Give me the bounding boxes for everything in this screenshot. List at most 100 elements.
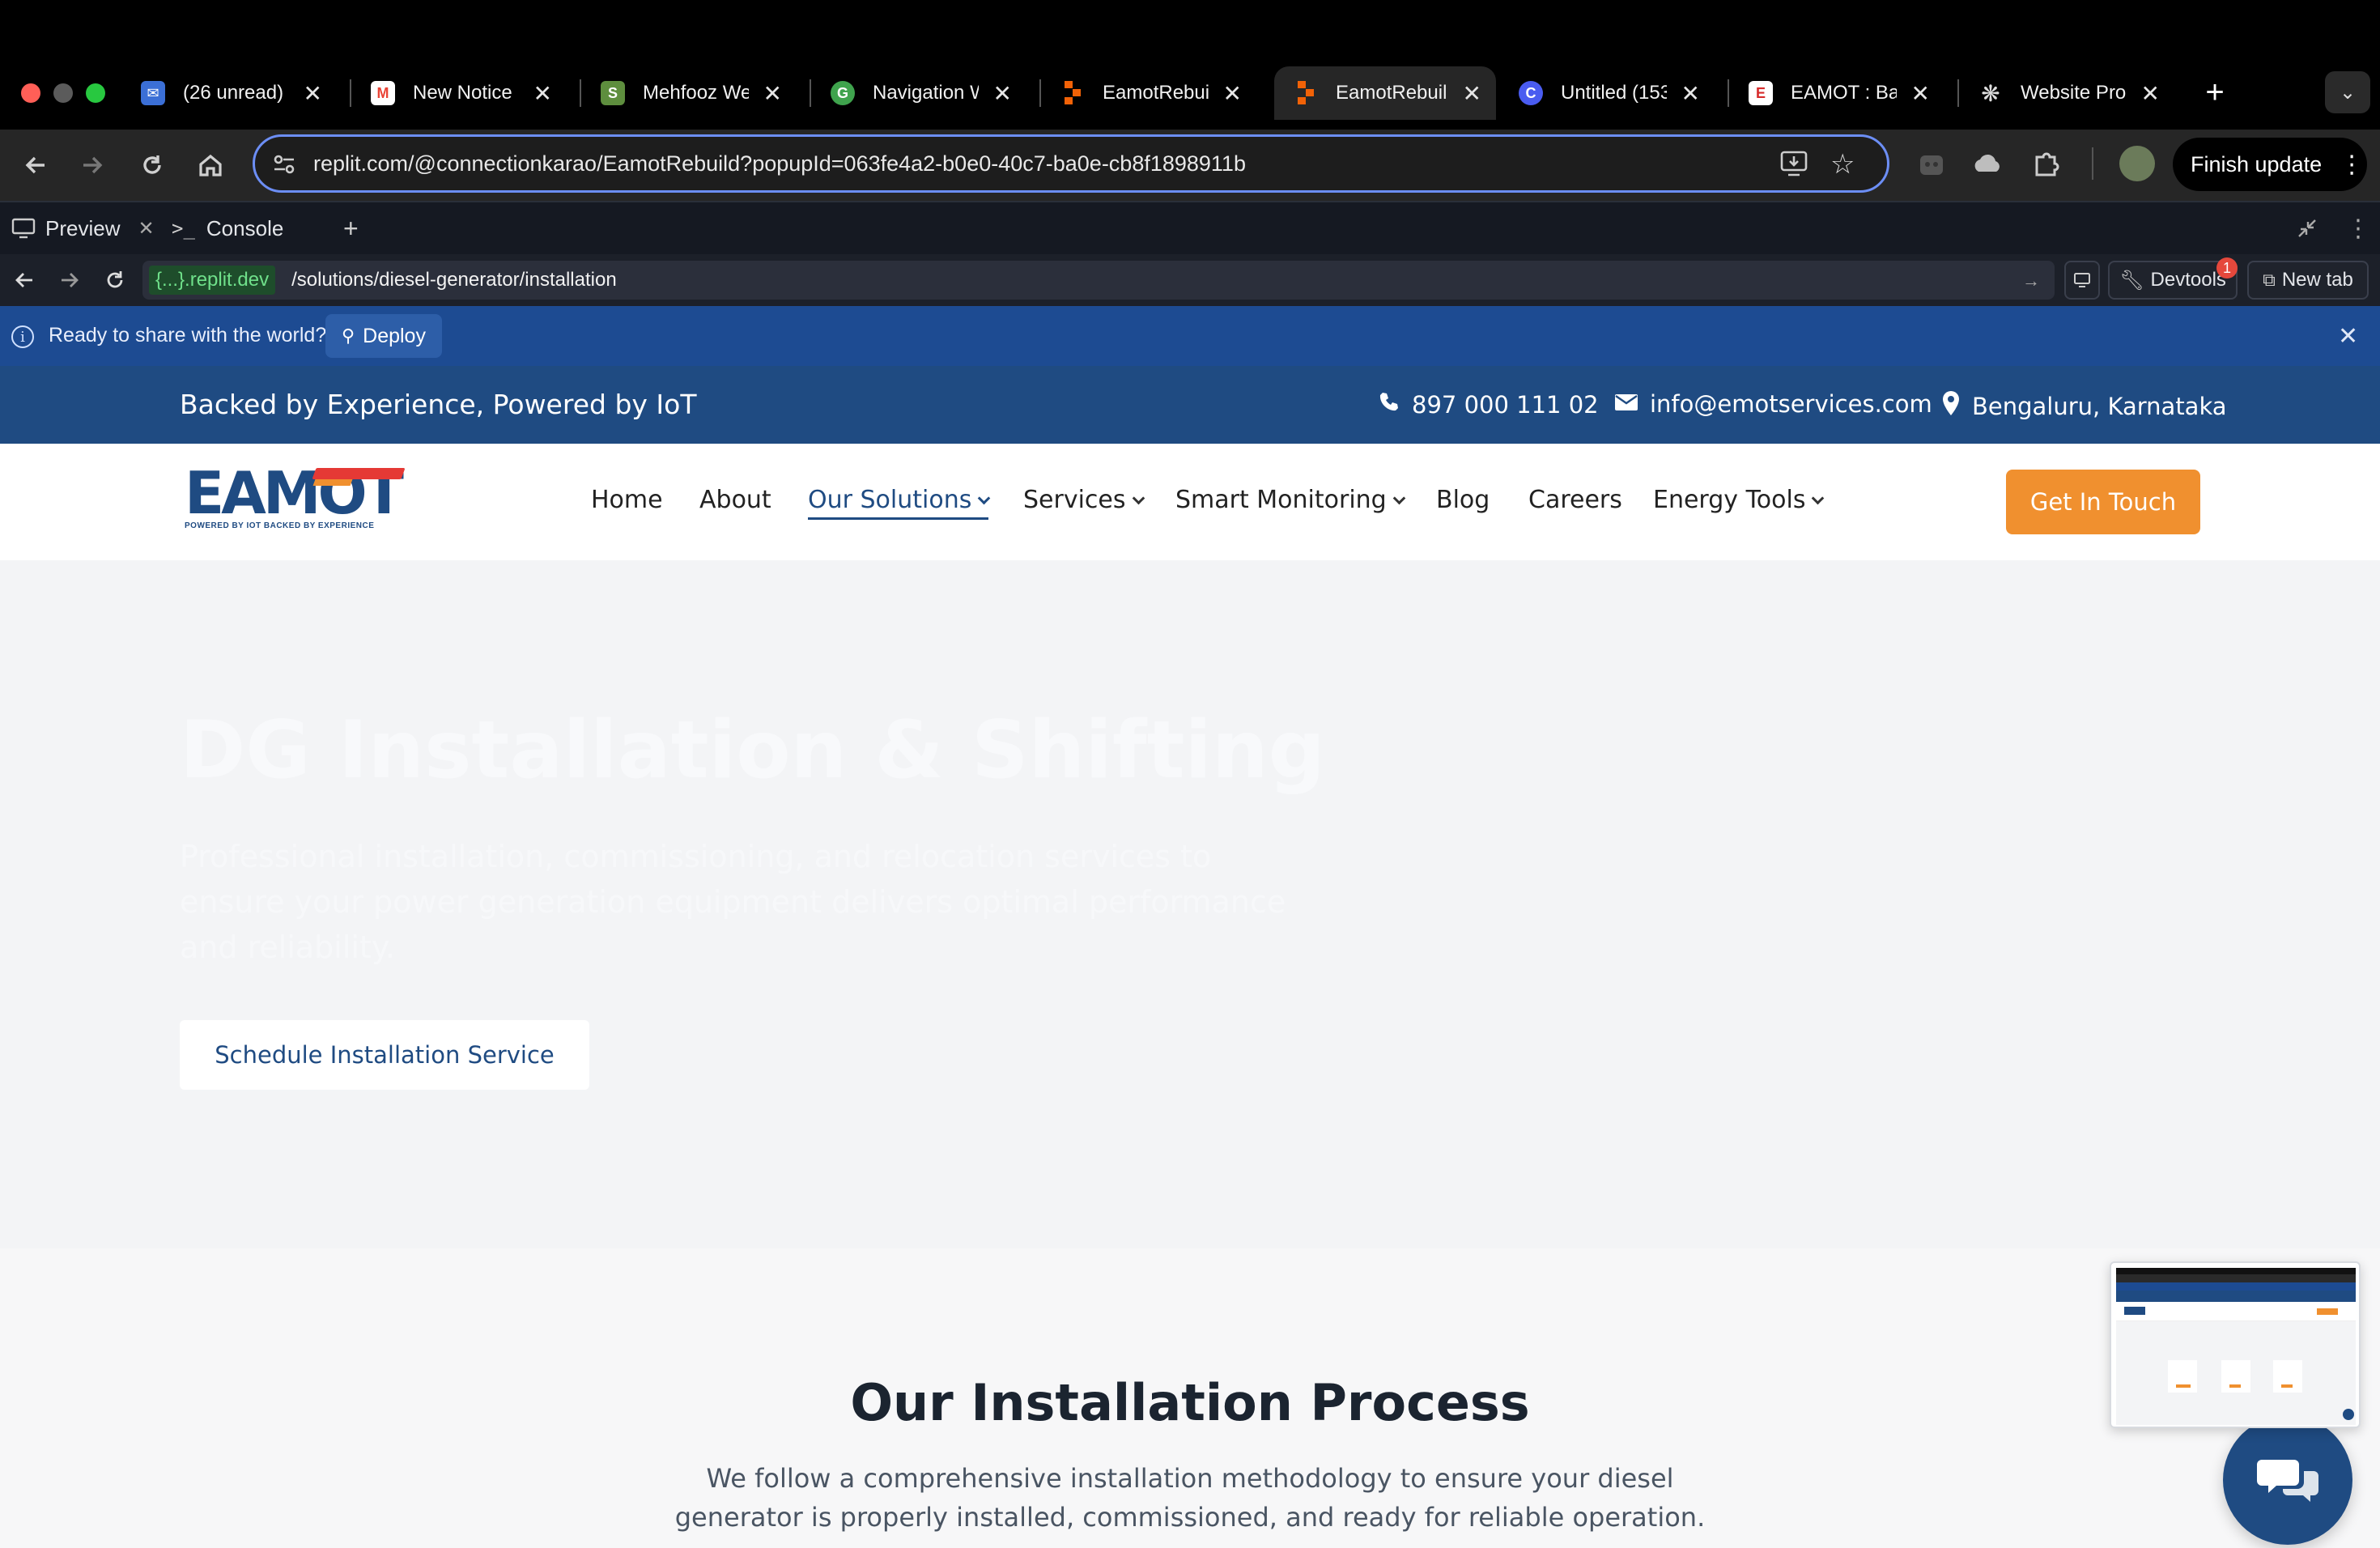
site-logo[interactable]: EAMOT POWERED BY IOT BACKED BY EXPERIENC…: [185, 464, 406, 538]
close-tab-icon[interactable]: ✕: [533, 80, 552, 107]
close-window-button[interactable]: [21, 83, 40, 103]
preview-forward-icon[interactable]: [58, 269, 81, 296]
close-tab-icon[interactable]: ✕: [1681, 80, 1700, 107]
minimize-window-button[interactable]: [53, 83, 73, 103]
page-thumbnail-preview[interactable]: [2110, 1261, 2361, 1428]
hero-description: Professional installation, commissioning…: [180, 839, 1286, 965]
bookmark-star-icon[interactable]: ☆: [1830, 148, 1855, 181]
contact-location: Bengaluru, Karnataka: [1941, 390, 2227, 422]
mail-inbox-icon: ✉: [141, 81, 165, 105]
envelope-icon: [1614, 390, 1638, 418]
contact-phone[interactable]: 897 000 111 02: [1378, 390, 1599, 419]
info-icon: i: [11, 325, 34, 348]
nav-careers[interactable]: Careers: [1528, 486, 1622, 514]
close-tab-icon[interactable]: ✕: [2141, 80, 2160, 107]
device-toggle-icon[interactable]: [2064, 261, 2100, 300]
preview-reload-icon[interactable]: [104, 269, 126, 296]
forward-arrow-icon[interactable]: [73, 146, 112, 185]
terminal-icon: >_: [172, 217, 195, 240]
preview-url-path: /solutions/diesel-generator/installation: [291, 269, 617, 291]
shopify-icon: S: [601, 81, 625, 105]
browser-tab[interactable]: ✉ (26 unread) ✕: [121, 66, 337, 120]
open-new-tab-button[interactable]: ⧉ New tab: [2247, 261, 2369, 300]
chevron-down-icon: [978, 491, 991, 505]
preview-url-bar[interactable]: {...}.replit.dev /solutions/diesel-gener…: [142, 261, 2055, 300]
contact-email[interactable]: info@emotservices.com: [1614, 390, 1932, 418]
process-title: Our Installation Process: [850, 1373, 1530, 1432]
browser-tab[interactable]: C Untitled (153 ✕: [1499, 66, 1715, 120]
pane-menu-icon[interactable]: ⋮: [2346, 212, 2370, 245]
canva-icon: C: [1519, 81, 1543, 105]
preview-back-icon[interactable]: [13, 269, 36, 296]
preview-url-prefix: {...}.replit.dev: [149, 266, 276, 295]
browser-tab[interactable]: E EAMOT : Bac ✕: [1729, 66, 1944, 120]
close-tab-icon[interactable]: ✕: [138, 217, 154, 240]
nav-our-solutions[interactable]: Our Solutions: [808, 486, 991, 520]
phone-icon: [1378, 390, 1400, 419]
close-tab-icon[interactable]: ✕: [1463, 80, 1481, 107]
chevron-down-icon: [1812, 491, 1825, 505]
nav-smart-monitoring[interactable]: Smart Monitoring: [1175, 486, 1405, 514]
back-arrow-icon[interactable]: [16, 146, 55, 185]
devtools-badge: 1: [2216, 257, 2238, 279]
nav-home[interactable]: Home: [591, 486, 663, 514]
address-bar-url: replit.com/@connectionkarao/EamotRebuild…: [313, 151, 1246, 176]
monitor-icon: [11, 218, 36, 239]
chat-bubbles-icon: [2257, 1460, 2318, 1502]
profile-avatar[interactable]: [2119, 146, 2155, 181]
chevron-down-icon: [1132, 491, 1145, 505]
chevron-down-icon: [1392, 491, 1405, 505]
install-app-icon[interactable]: [1780, 150, 1809, 181]
nav-energy-tools[interactable]: Energy Tools: [1653, 486, 1825, 514]
get-in-touch-button[interactable]: Get In Touch: [2006, 470, 2200, 534]
nav-blog[interactable]: Blog: [1436, 486, 1490, 514]
extension-robot-icon[interactable]: [1915, 147, 1948, 180]
browser-tab[interactable]: ❋ Website Pro ✕: [1959, 66, 2174, 120]
chat-widget-button[interactable]: [2223, 1415, 2352, 1545]
browser-tab[interactable]: G Navigation W ✕: [811, 66, 1026, 120]
maximize-window-button[interactable]: [86, 83, 105, 103]
address-bar[interactable]: replit.com/@connectionkarao/EamotRebuild…: [253, 134, 1889, 193]
close-tab-icon[interactable]: ✕: [763, 80, 782, 107]
add-tab-plus-icon[interactable]: +: [343, 212, 359, 245]
tab-console[interactable]: >_ Console: [172, 212, 283, 245]
collapse-pane-icon[interactable]: [2296, 212, 2318, 245]
deploy-button[interactable]: ⚲ Deploy: [325, 314, 442, 358]
nav-services[interactable]: Services: [1023, 486, 1145, 514]
gmail-icon: M: [371, 81, 395, 105]
map-pin-icon: [1941, 390, 1961, 422]
browser-tab[interactable]: EamotRebuil ✕: [1041, 66, 1256, 120]
new-tab-plus-icon[interactable]: +: [2199, 74, 2231, 110]
tab-search-chevron-icon[interactable]: ⌄: [2325, 71, 2370, 113]
extensions-puzzle-icon[interactable]: [2030, 147, 2063, 180]
browser-tab-active[interactable]: EamotRebuil ✕: [1274, 66, 1496, 120]
browser-tab[interactable]: M New Notice ✕: [351, 66, 567, 120]
close-tab-icon[interactable]: ✕: [993, 80, 1012, 107]
extension-cloud-icon[interactable]: [1972, 147, 2004, 180]
banner-text: Ready to share with the world?: [49, 324, 327, 347]
eamot-site-icon: E: [1749, 81, 1773, 105]
go-arrow-icon[interactable]: →: [2022, 270, 2040, 291]
more-menu-icon[interactable]: ⋮: [2340, 151, 2364, 179]
finish-update-button[interactable]: Finish update ⋮: [2173, 138, 2367, 191]
navigation-app-icon: G: [831, 81, 855, 105]
tab-preview[interactable]: Preview ✕: [11, 212, 155, 245]
reload-icon[interactable]: [133, 146, 172, 185]
browser-tab[interactable]: S Mehfooz We ✕: [581, 66, 797, 120]
home-icon[interactable]: [191, 146, 230, 185]
close-tab-icon[interactable]: ✕: [1223, 80, 1242, 107]
external-link-icon: ⧉: [2263, 270, 2276, 290]
deploy-rocket-icon: ⚲: [342, 325, 355, 346]
wrench-icon: 🔧︎: [2119, 269, 2144, 291]
close-banner-icon[interactable]: ✕: [2338, 322, 2358, 351]
process-description: We follow a comprehensive installation m…: [674, 1463, 1706, 1533]
close-tab-icon[interactable]: ✕: [1911, 80, 1930, 107]
nav-about[interactable]: About: [699, 486, 771, 514]
replit-icon: [1060, 81, 1085, 105]
openai-icon: ❋: [1981, 80, 2000, 106]
close-tab-icon[interactable]: ✕: [304, 80, 322, 107]
schedule-installation-button[interactable]: Schedule Installation Service: [180, 1020, 589, 1090]
hero-title: DG Installation & Shifting: [180, 704, 1325, 797]
replit-icon: [1294, 81, 1318, 105]
site-info-icon[interactable]: [271, 151, 297, 181]
